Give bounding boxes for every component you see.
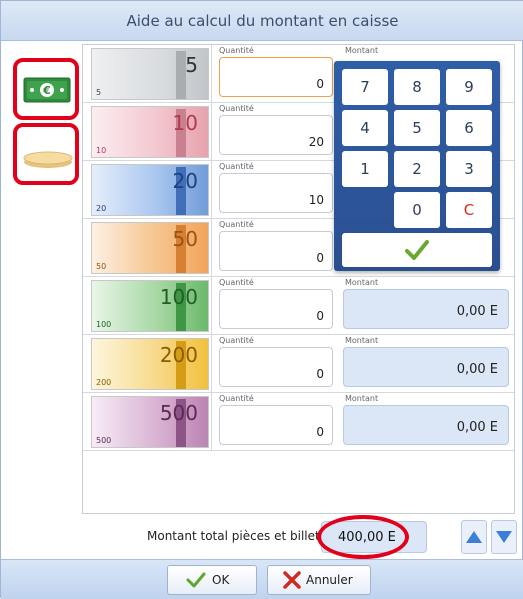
quantity-label: Quantité xyxy=(219,46,254,55)
amount-label: Montant xyxy=(345,278,379,287)
note-denomination: 20 xyxy=(172,169,198,193)
quantity-input[interactable]: 20 xyxy=(219,115,333,155)
amount-field: 0,00 E xyxy=(343,289,509,329)
ok-button-label: OK xyxy=(212,573,230,587)
numeric-keypad: 7 8 9 4 5 6 1 2 3 0 C xyxy=(334,61,500,271)
banknote-image: 5 5 xyxy=(91,48,209,100)
amount-field: 0,00 E xyxy=(343,347,509,387)
quantity-label: Quantité xyxy=(219,278,254,287)
amount-label: Montant xyxy=(345,46,379,55)
table-row: 100 100 Quantité Montant 0 0,00 E xyxy=(83,277,514,335)
checkmark-icon xyxy=(186,572,206,588)
cash-calculator-window: Aide au calcul du montant en caisse € 5 … xyxy=(0,0,523,599)
quantity-label: Quantité xyxy=(219,336,254,345)
quantity-label: Quantité xyxy=(219,162,254,171)
key-2[interactable]: 2 xyxy=(394,151,440,187)
dialog-button-bar: OK Annuler xyxy=(1,559,523,599)
note-denomination-small: 50 xyxy=(96,262,107,271)
triangle-up-icon xyxy=(466,531,482,543)
key-5[interactable]: 5 xyxy=(394,110,440,146)
quantity-label: Quantité xyxy=(219,220,254,229)
note-denomination: 10 xyxy=(172,111,198,135)
ok-button[interactable]: OK xyxy=(167,565,257,595)
note-denomination: 100 xyxy=(159,285,198,309)
key-3[interactable]: 3 xyxy=(446,151,492,187)
quantity-input[interactable]: 0 xyxy=(219,231,333,271)
key-1[interactable]: 1 xyxy=(342,151,388,187)
note-denomination: 200 xyxy=(159,343,198,367)
note-denomination: 500 xyxy=(159,401,198,425)
scroll-down-button[interactable] xyxy=(491,520,517,554)
quantity-input[interactable]: 0 xyxy=(219,289,333,329)
quantity-input[interactable]: 0 xyxy=(219,405,333,445)
key-7[interactable]: 7 xyxy=(342,69,388,105)
quantity-label: Quantité xyxy=(219,394,254,403)
quantity-input[interactable]: 0 xyxy=(219,57,333,97)
cancel-button-label: Annuler xyxy=(306,573,353,587)
key-6[interactable]: 6 xyxy=(446,110,492,146)
key-0[interactable]: 0 xyxy=(394,192,440,228)
triangle-down-icon xyxy=(496,531,512,543)
banknote-image: 20 20 xyxy=(91,164,209,216)
close-icon xyxy=(283,571,301,589)
key-9[interactable]: 9 xyxy=(446,69,492,105)
currency-type-selector: € xyxy=(1,41,85,545)
total-highlight-ring xyxy=(317,515,409,559)
cancel-button[interactable]: Annuler xyxy=(267,565,371,595)
table-row: 200 200 Quantité Montant 0 0,00 E xyxy=(83,335,514,393)
banknote-image: 500 500 xyxy=(91,396,209,448)
quantity-label: Quantité xyxy=(219,104,254,113)
key-8[interactable]: 8 xyxy=(394,69,440,105)
note-denomination-small: 100 xyxy=(96,320,112,329)
total-label: Montant total pièces et billets xyxy=(147,529,326,543)
note-denomination-small: 5 xyxy=(96,88,102,97)
quantity-input[interactable]: 10 xyxy=(219,173,333,213)
quantity-input[interactable]: 0 xyxy=(219,347,333,387)
note-denomination-small: 20 xyxy=(96,204,107,213)
amount-field: 0,00 E xyxy=(343,405,509,445)
note-denomination-small: 500 xyxy=(96,436,112,445)
checkmark-icon xyxy=(405,240,429,260)
amount-label: Montant xyxy=(345,394,379,403)
banknote-image: 100 100 xyxy=(91,280,209,332)
total-bar: Montant total pièces et billets 400,00 E xyxy=(1,515,523,559)
note-denomination: 5 xyxy=(185,53,198,77)
coin-stack-icon[interactable] xyxy=(23,149,73,169)
table-row: 500 500 Quantité Montant 0 0,00 E xyxy=(83,393,514,451)
keypad-validate-button[interactable] xyxy=(342,233,492,267)
scroll-up-button[interactable] xyxy=(461,520,487,554)
note-denomination-small: 200 xyxy=(96,378,112,387)
note-denomination: 50 xyxy=(172,227,198,251)
banknote-image: 50 50 xyxy=(91,222,209,274)
banknote-image: 10 10 xyxy=(91,106,209,158)
key-4[interactable]: 4 xyxy=(342,110,388,146)
window-title: Aide au calcul du montant en caisse xyxy=(1,1,523,41)
banknote-image: 200 200 xyxy=(91,338,209,390)
note-denomination-small: 10 xyxy=(96,146,107,155)
amount-label: Montant xyxy=(345,336,379,345)
banknote-euro-icon[interactable]: € xyxy=(23,76,71,104)
key-clear[interactable]: C xyxy=(446,192,492,228)
svg-text:€: € xyxy=(42,84,51,97)
